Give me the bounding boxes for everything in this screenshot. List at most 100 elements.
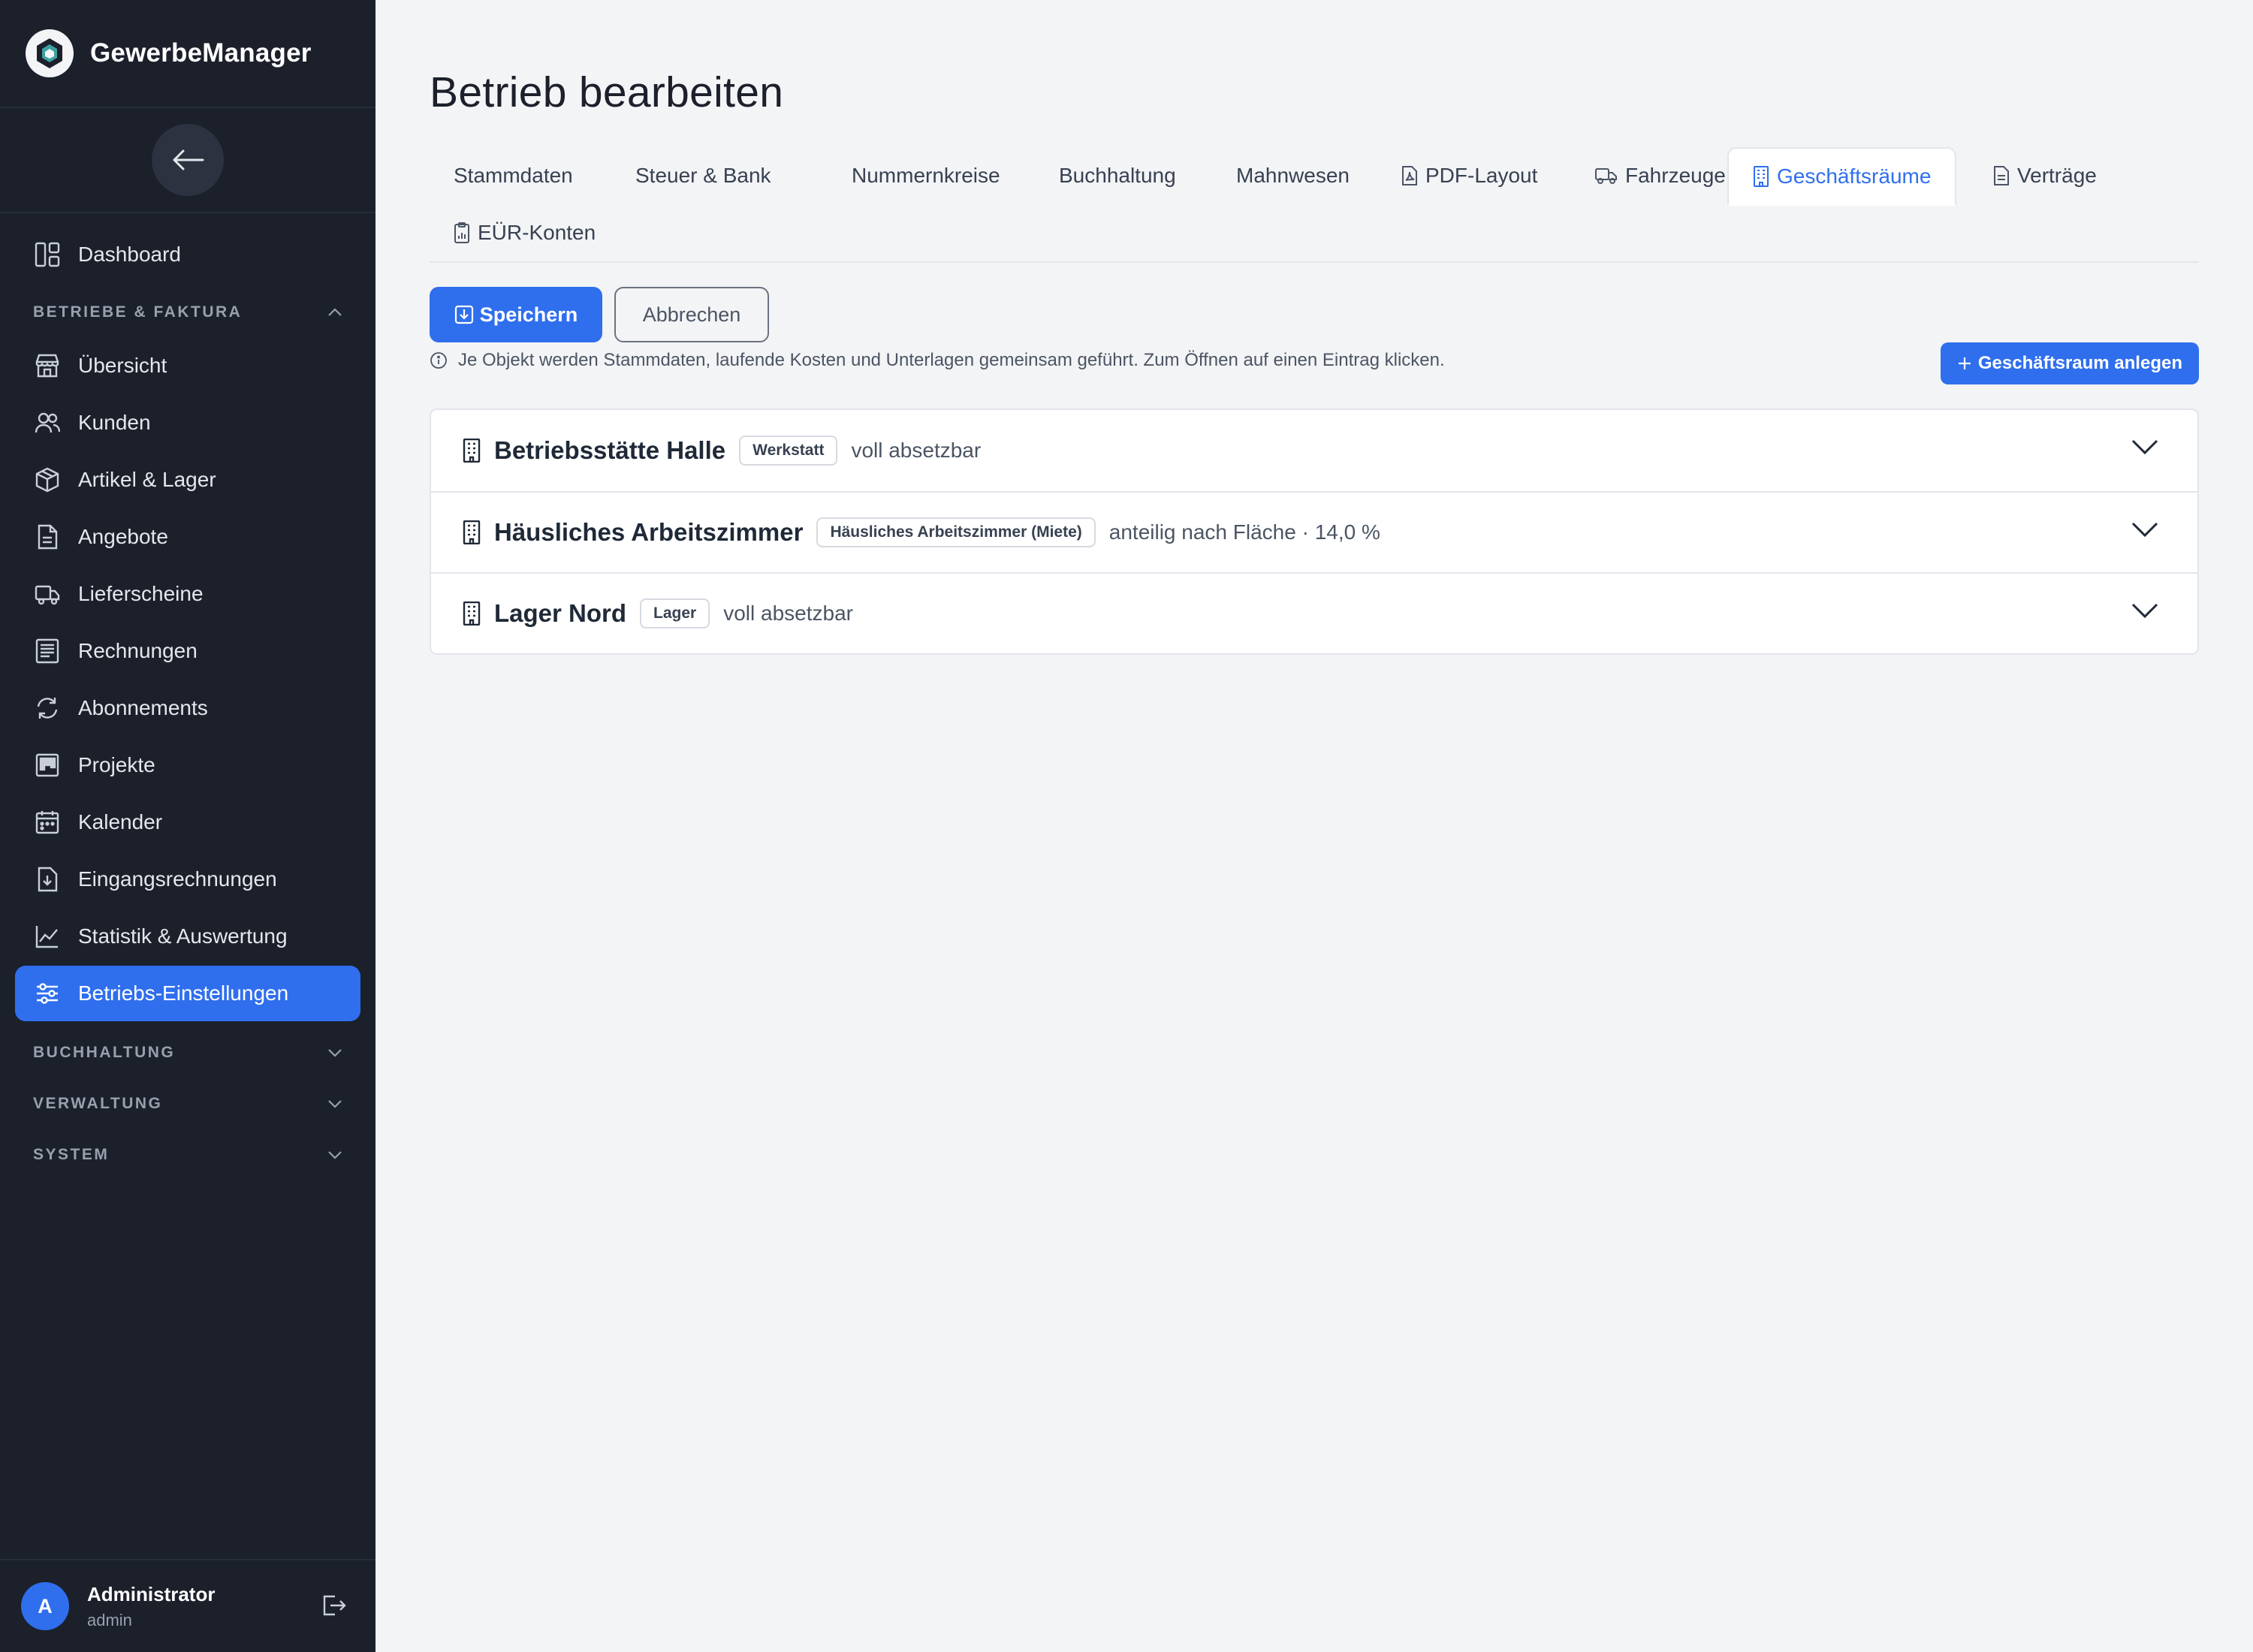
tab-eur-konten[interactable]: EÜR-Konten [430, 204, 620, 261]
save-button[interactable]: Speichern [430, 287, 602, 342]
building-icon [1753, 166, 1769, 187]
sliders-icon [33, 979, 62, 1008]
chevron-down-icon[interactable] [2131, 602, 2158, 623]
avatar[interactable]: A [21, 1582, 69, 1630]
tab-mahnwesen[interactable]: Mahnwesen [1212, 147, 1374, 204]
sidebar-nav: Dashboard BETRIEBE & FAKTURA Übersicht K… [0, 213, 376, 1180]
sidebar-item-lieferscheine[interactable]: Lieferscheine [15, 566, 360, 622]
user-name: Administrator [87, 1582, 216, 1605]
chevron-up-icon [328, 308, 342, 316]
sidebar-item-label: Betriebs-Einstellungen [78, 981, 289, 1005]
chevron-down-icon[interactable] [2131, 521, 2158, 541]
user-role: admin [87, 1610, 132, 1629]
sidebar-item-kalender[interactable]: Kalender [15, 794, 360, 850]
chevron-down-icon [328, 1100, 342, 1108]
chevron-down-icon [328, 1151, 342, 1159]
sidebar-item-kunden[interactable]: Kunden [15, 395, 360, 451]
premises-name: Lager Nord [494, 599, 627, 627]
plus-icon [1958, 357, 1971, 369]
sidebar-item-label: Rechnungen [78, 639, 198, 662]
sidebar-item-projekte[interactable]: Projekte [15, 737, 360, 793]
add-premises-button[interactable]: Geschäftsraum anlegen [1940, 342, 2199, 384]
chart-line-icon [33, 922, 62, 951]
premises-type-badge: Häusliches Arbeitszimmer (Miete) [816, 517, 1096, 547]
premises-list: Betriebsstätte Halle Werkstatt voll abse… [430, 408, 2199, 655]
section-verwaltung[interactable]: VERWALTUNG [15, 1078, 360, 1129]
app-name: GewerbeManager [90, 38, 312, 68]
sidebar-item-label: Lieferscheine [78, 582, 204, 605]
store-icon [33, 351, 62, 380]
sidebar-item-abonnements[interactable]: Abonnements [15, 680, 360, 736]
info-text: Je Objekt werden Stammdaten, laufende Ko… [458, 350, 1445, 370]
sidebar-item-label: Abonnements [78, 696, 208, 719]
list-item[interactable]: Betriebsstätte Halle Werkstatt voll abse… [431, 410, 2197, 491]
sidebar-item-label: Artikel & Lager [78, 468, 216, 491]
calendar-icon [33, 808, 62, 837]
premises-name: Häusliches Arbeitszimmer [494, 518, 804, 546]
sidebar-item-uebersicht[interactable]: Übersicht [15, 338, 360, 393]
premises-name: Betriebsstätte Halle [494, 436, 726, 464]
section-betriebe-faktura[interactable]: BETRIEBE & FAKTURA [15, 287, 360, 338]
kanban-icon [33, 751, 62, 779]
building-icon [463, 601, 481, 626]
tab-geschaeftsraeume[interactable]: Geschäftsräume [1727, 147, 1957, 206]
truck-icon [33, 580, 62, 608]
chevron-down-icon[interactable] [2131, 439, 2158, 459]
sidebar: GewerbeManager Dashboard BETRIEBE & FAKT… [0, 0, 376, 1652]
premises-deductibility: voll absetzbar [851, 439, 982, 462]
tab-pdf-layout[interactable]: PDF-Layout [1377, 147, 1561, 204]
sidebar-item-label: Kunden [78, 411, 151, 434]
list-item[interactable]: Lager Nord Lager voll absetzbar [431, 572, 2197, 653]
pdf-icon [1401, 166, 1418, 185]
sidebar-item-dashboard[interactable]: Dashboard [15, 227, 360, 282]
sidebar-item-label: Dashboard [78, 243, 181, 266]
sidebar-item-rechnungen[interactable]: Rechnungen [15, 623, 360, 679]
premises-type-badge: Lager [640, 598, 710, 629]
premises-deductibility: voll absetzbar [723, 601, 853, 625]
receipt-icon [33, 637, 62, 665]
tab-steuer-bank[interactable]: Steuer & Bank [611, 147, 795, 204]
sidebar-item-statistik[interactable]: Statistik & Auswertung [15, 909, 360, 964]
tab-stammdaten[interactable]: Stammdaten [430, 147, 597, 204]
section-buchhaltung[interactable]: BUCHHALTUNG [15, 1027, 360, 1078]
refresh-icon [33, 694, 62, 722]
brand-logo-icon [26, 29, 74, 77]
tab-buchhaltung[interactable]: Buchhaltung [1035, 147, 1200, 204]
tab-vertraege[interactable]: Verträge [1969, 147, 2121, 204]
list-item[interactable]: Häusliches Arbeitszimmer Häusliches Arbe… [431, 491, 2197, 572]
sidebar-item-angebote[interactable]: Angebote [15, 509, 360, 565]
sidebar-item-betriebs-einstellungen[interactable]: Betriebs-Einstellungen [15, 966, 360, 1021]
user-panel: A Administrator admin [0, 1559, 376, 1652]
sidebar-item-eingangsrechnungen[interactable]: Eingangsrechnungen [15, 852, 360, 907]
inbox-document-icon [33, 865, 62, 894]
sidebar-item-label: Kalender [78, 810, 163, 834]
sidebar-item-label: Eingangsrechnungen [78, 867, 277, 891]
sidebar-item-label: Statistik & Auswertung [78, 924, 288, 948]
premises-type-badge: Werkstatt [739, 436, 838, 466]
users-icon [33, 408, 62, 437]
cancel-button[interactable]: Abbrechen [614, 287, 769, 342]
info-icon [430, 351, 448, 369]
sidebar-item-label: Übersicht [78, 354, 167, 377]
clipboard-chart-icon [454, 222, 470, 243]
building-icon [463, 439, 481, 463]
document-icon [1993, 166, 2010, 185]
sidebar-item-label: Angebote [78, 525, 168, 548]
box-icon [33, 466, 62, 494]
tab-bar: Stammdaten Steuer & Bank Nummernkreise B… [430, 147, 2199, 263]
collapse-sidebar-button[interactable] [152, 124, 224, 196]
truck-icon [1595, 167, 1618, 185]
document-icon [33, 523, 62, 551]
dashboard-icon [33, 240, 62, 269]
brand[interactable]: GewerbeManager [0, 0, 376, 108]
tab-fahrzeuge[interactable]: Fahrzeuge [1571, 147, 1750, 204]
logout-icon[interactable] [320, 1592, 347, 1623]
page-title: Betrieb bearbeiten [430, 68, 784, 116]
sidebar-item-label: Projekte [78, 753, 155, 776]
sidebar-item-artikel-lager[interactable]: Artikel & Lager [15, 452, 360, 508]
tab-nummernkreise[interactable]: Nummernkreise [828, 147, 1024, 204]
section-system[interactable]: SYSTEM [15, 1129, 360, 1180]
premises-deductibility: anteilig nach Fläche · 14,0 % [1108, 520, 1380, 544]
arrow-left-icon [173, 149, 204, 170]
building-icon [463, 520, 481, 544]
